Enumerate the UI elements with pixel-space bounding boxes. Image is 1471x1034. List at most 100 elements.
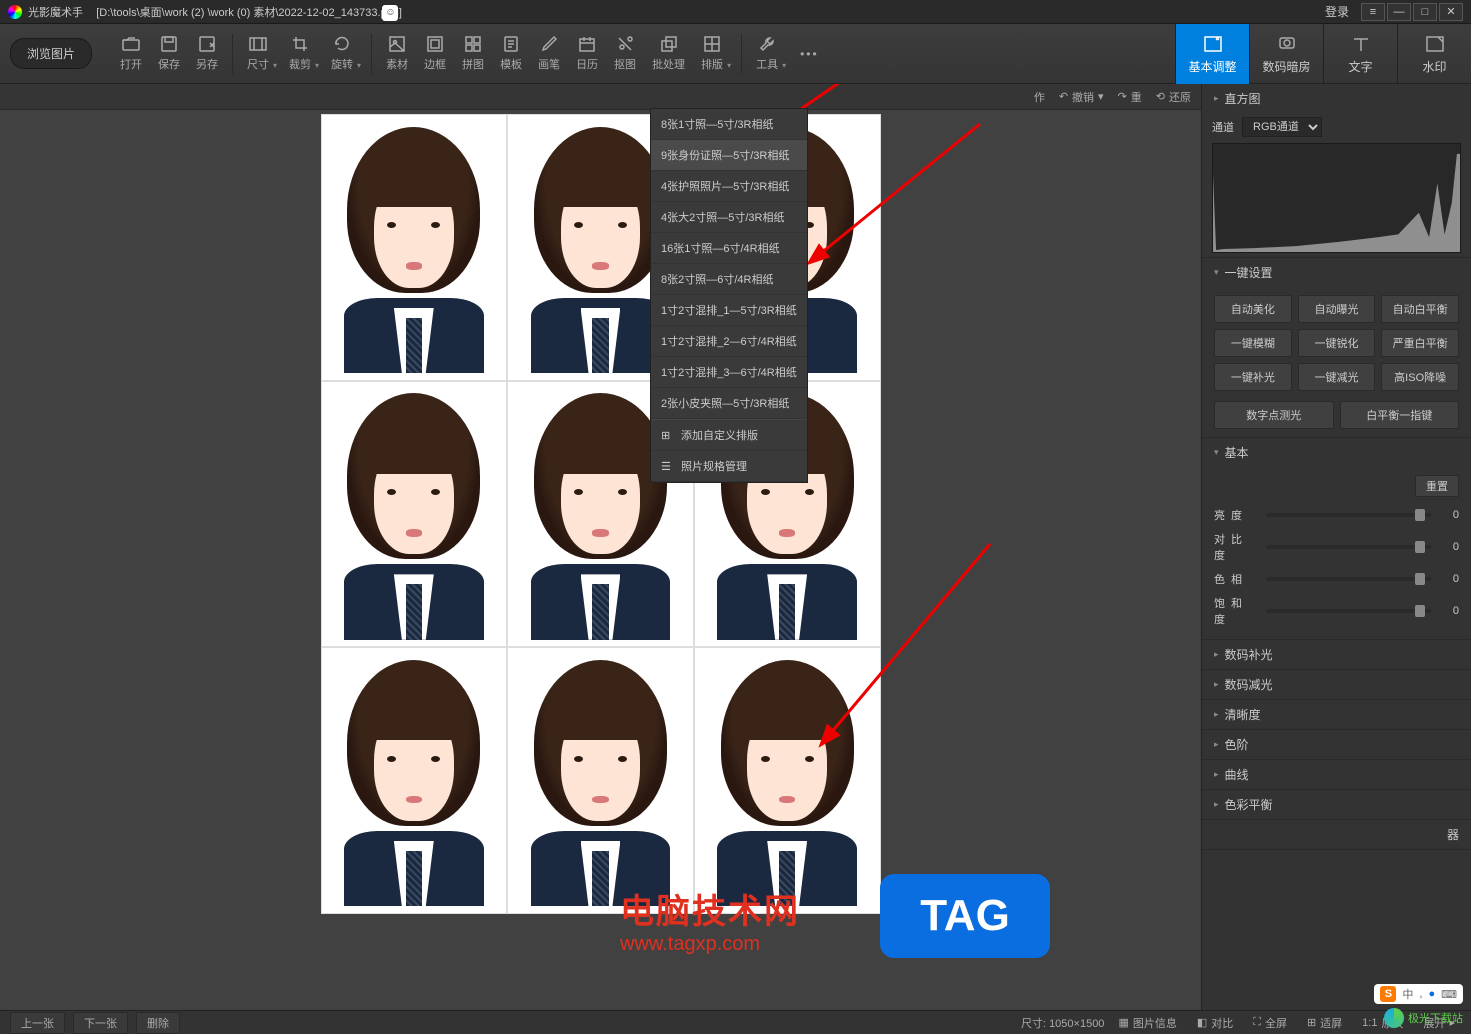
redo-button[interactable]: ↷ 重 <box>1118 89 1142 105</box>
dropdown-arrow-icon[interactable]: ▾ <box>782 61 786 70</box>
undo-button[interactable]: ↶ 撤销 ▾ <box>1059 89 1104 105</box>
layout-icon <box>701 35 723 53</box>
tool-material[interactable]: 素材 <box>378 31 416 76</box>
browse-button[interactable]: 浏览图片 <box>10 38 92 69</box>
oneclick-button[interactable]: 白平衡一指键 <box>1340 401 1460 429</box>
histogram-header[interactable]: ▸直方图 <box>1202 84 1471 113</box>
tool-batch[interactable]: 批处理 <box>644 31 693 76</box>
oneclick-button[interactable]: 数字点测光 <box>1214 401 1334 429</box>
slider-track[interactable] <box>1266 545 1431 549</box>
fit-button[interactable]: ⊞ 适屏 <box>1301 1015 1348 1031</box>
slider-value: 0 <box>1439 573 1459 585</box>
oneclick-button[interactable]: 自动白平衡 <box>1381 295 1459 323</box>
next-button[interactable]: 下一张 <box>73 1012 128 1034</box>
layout-option[interactable]: 1寸2寸混排_3—6寸/4R相纸 <box>651 357 807 388</box>
compare-button[interactable]: ◧ 对比 <box>1191 1015 1239 1031</box>
slider-thumb[interactable] <box>1415 541 1425 553</box>
layout-option[interactable]: 8张1寸照—5寸/3R相纸 <box>651 109 807 140</box>
tool-size[interactable]: 尺寸 <box>239 31 277 76</box>
slider-thumb[interactable] <box>1415 573 1425 585</box>
menu-button[interactable]: ≡ <box>1361 3 1385 21</box>
layout-option[interactable]: 8张2寸照—6寸/4R相纸 <box>651 264 807 295</box>
statusbar: 上一张 下一张 删除 尺寸: 1050×1500 ▦ 图片信息 ◧ 对比 ⛶ 全… <box>0 1010 1471 1034</box>
layout-option[interactable]: 1寸2寸混排_1—5寸/3R相纸 <box>651 295 807 326</box>
tool-collage[interactable]: 拼图 <box>454 31 492 76</box>
maximize-button[interactable]: □ <box>1413 3 1437 21</box>
slider-track[interactable] <box>1266 577 1431 581</box>
info-button[interactable]: ▦ 图片信息 <box>1112 1015 1182 1031</box>
oneclick-button[interactable]: 一键模糊 <box>1214 329 1292 357</box>
tools-icon <box>756 35 778 53</box>
slider-track[interactable] <box>1266 609 1431 613</box>
add-custom-layout[interactable]: ⊞添加自定义排版 <box>651 419 807 451</box>
login-button[interactable]: ☺ 登录 <box>1315 1 1359 22</box>
prev-button[interactable]: 上一张 <box>10 1012 65 1034</box>
layout-option[interactable]: 16张1寸照—6寸/4R相纸 <box>651 233 807 264</box>
login-label: 登录 <box>1325 3 1349 20</box>
op-label: 作 <box>1034 89 1045 105</box>
layout-option[interactable]: 4张护照照片—5寸/3R相纸 <box>651 171 807 202</box>
delete-button[interactable]: 删除 <box>136 1012 180 1034</box>
layout-option[interactable]: 2张小皮夹照—5寸/3R相纸 <box>651 388 807 419</box>
tool-saveas[interactable]: 另存 <box>188 31 226 76</box>
tool-tools[interactable]: 工具 <box>748 31 786 76</box>
tab-basic[interactable]: 基本调整 <box>1175 24 1249 84</box>
section-header[interactable]: ▸色彩平衡 <box>1202 790 1471 819</box>
app-icon <box>8 5 22 19</box>
oneclick-button[interactable]: 高ISO降噪 <box>1381 363 1459 391</box>
toolbar-more-icon[interactable]: ••• <box>790 47 829 61</box>
minimize-button[interactable]: — <box>1387 3 1411 21</box>
oneclick-button[interactable]: 一键锐化 <box>1298 329 1376 357</box>
channel-select[interactable]: RGB通道 <box>1242 117 1322 137</box>
restore-button[interactable]: ⟲ 还原 <box>1156 89 1191 105</box>
tool-calendar[interactable]: 日历 <box>568 31 606 76</box>
oneclick-button[interactable]: 自动曝光 <box>1298 295 1376 323</box>
tool-template[interactable]: 模板 <box>492 31 530 76</box>
tab-watermark[interactable]: 水印 <box>1397 24 1471 84</box>
oneclick-button[interactable]: 一键减光 <box>1298 363 1376 391</box>
tool-cutout[interactable]: 抠图 <box>606 31 644 76</box>
tool-rotate[interactable]: 旋转 <box>323 31 361 76</box>
dropdown-arrow-icon[interactable]: ▾ <box>727 61 731 70</box>
slider-track[interactable] <box>1266 513 1431 517</box>
layout-option[interactable]: 1寸2寸混排_2—6寸/4R相纸 <box>651 326 807 357</box>
slider-thumb[interactable] <box>1415 605 1425 617</box>
dropdown-arrow-icon[interactable]: ▾ <box>315 61 319 70</box>
layout-option[interactable]: 9张身份证照—5寸/3R相纸 <box>651 140 807 171</box>
tool-open[interactable]: 打开 <box>112 31 150 76</box>
dropdown-arrow-icon[interactable]: ▾ <box>273 61 277 70</box>
tool-save[interactable]: 保存 <box>150 31 188 76</box>
oneclick-button[interactable]: 自动美化 <box>1214 295 1292 323</box>
manage-specs[interactable]: ☰照片规格管理 <box>651 451 807 482</box>
oneclick-button[interactable]: 一键补光 <box>1214 363 1292 391</box>
section-header[interactable]: ▸数码减光 <box>1202 670 1471 699</box>
tool-label: 另存 <box>196 56 218 72</box>
separator <box>741 34 742 74</box>
main-toolbar: 浏览图片 打开保存另存尺寸▾裁剪▾旋转▾素材边框拼图模板画笔日历抠图批处理排版▾… <box>0 24 1471 84</box>
oneclick-header[interactable]: ▾一键设置 <box>1202 258 1471 287</box>
basic-header[interactable]: ▾基本 <box>1202 438 1471 467</box>
section-title: 色彩平衡 <box>1225 796 1273 813</box>
tool-brush[interactable]: 画笔 <box>530 31 568 76</box>
open-icon <box>120 35 142 53</box>
photo-cell <box>321 381 508 648</box>
calendar-icon <box>576 35 598 53</box>
reset-button[interactable]: 重置 <box>1415 475 1459 497</box>
section-header[interactable]: ▸曲线 <box>1202 760 1471 789</box>
section-header[interactable]: ▸清晰度 <box>1202 700 1471 729</box>
save-icon <box>158 35 180 53</box>
tab-darkroom[interactable]: 数码暗房 <box>1249 24 1323 84</box>
section-header[interactable]: ▸色阶 <box>1202 730 1471 759</box>
cutout-icon <box>614 35 636 53</box>
slider-thumb[interactable] <box>1415 509 1425 521</box>
tool-crop[interactable]: 裁剪 <box>281 31 319 76</box>
tool-border[interactable]: 边框 <box>416 31 454 76</box>
tool-layout[interactable]: 排版 <box>693 31 731 76</box>
fullscreen-button[interactable]: ⛶ 全屏 <box>1247 1015 1293 1031</box>
tab-text[interactable]: 文字 <box>1323 24 1397 84</box>
layout-option[interactable]: 4张大2寸照—5寸/3R相纸 <box>651 202 807 233</box>
close-button[interactable]: ✕ <box>1439 3 1463 21</box>
oneclick-button[interactable]: 严重白平衡 <box>1381 329 1459 357</box>
dropdown-arrow-icon[interactable]: ▾ <box>357 61 361 70</box>
section-header[interactable]: ▸数码补光 <box>1202 640 1471 669</box>
